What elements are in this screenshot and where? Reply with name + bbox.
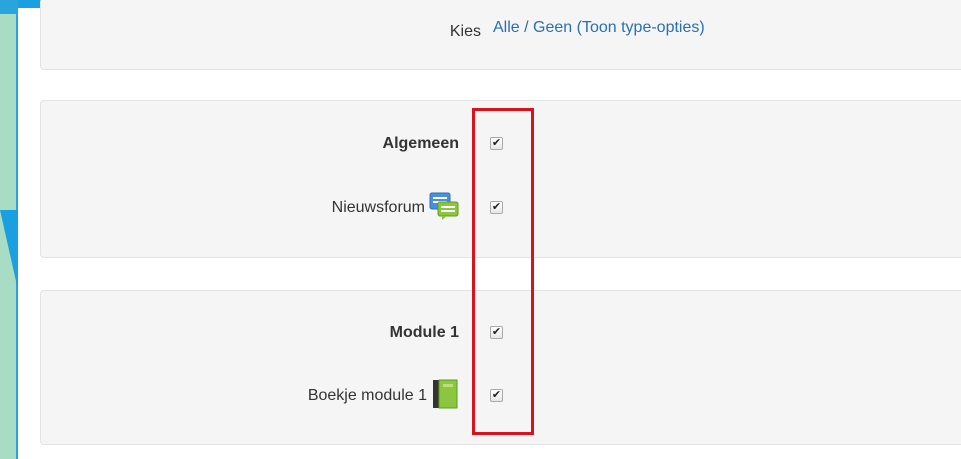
show-type-options-link[interactable]: (Toon type-opties) [577,19,705,36]
activity-label-wrap: Boekje module 1 [307,379,459,414]
activity-label: Boekje module 1 [307,387,427,404]
section-title: Algemeen [382,135,459,152]
section-title: Module 1 [389,324,459,341]
activity-label-wrap: Nieuwsforum [331,191,459,226]
activity-checkbox[interactable]: ✔ [490,201,503,214]
activity-label: Nieuwsforum [331,199,425,216]
section-checkbox[interactable]: ✔ [490,326,503,339]
select-panel: Kies Alle / Geen (Toon type-opties) [40,0,961,70]
backup-settings-page: Kies Alle / Geen (Toon type-opties) Alge… [18,0,961,459]
forum-icon [429,191,459,226]
section-row: Algemeen ✔ [41,129,961,159]
activity-row: Boekje module 1 ✔ [41,379,961,414]
section-row: Module 1 ✔ [41,318,961,348]
activity-row: Nieuwsforum ✔ [41,191,961,226]
book-icon [431,379,459,414]
section-checkbox[interactable]: ✔ [490,137,503,150]
select-all-link[interactable]: Alle [493,19,520,36]
left-decoration-arrow [0,210,18,290]
select-label: Kies [449,23,481,40]
activity-checkbox[interactable]: ✔ [490,389,503,402]
select-separator: / [524,19,529,36]
section-panel-module-1: Module 1 ✔ Boekje module 1 ✔ [40,290,961,445]
select-none-link[interactable]: Geen [533,19,572,36]
section-panel-general: Algemeen ✔ Nieuwsforum ✔ [40,100,961,258]
select-links: Alle / Geen (Toon type-opties) [493,19,705,37]
